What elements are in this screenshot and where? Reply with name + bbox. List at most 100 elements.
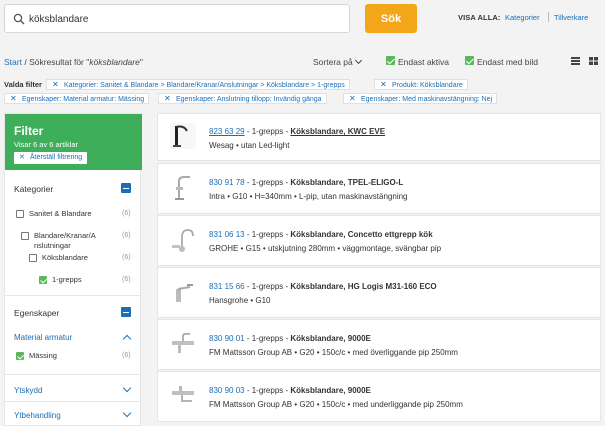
collapse-categories-icon[interactable] — [121, 183, 131, 193]
result-title[interactable]: 831 06 13 - 1-grepps - Köksblandare, Con… — [209, 230, 433, 239]
collapse-properties-icon[interactable] — [121, 307, 131, 317]
chip-label: Egenskaper: Med maskinavstängning: Nej — [361, 96, 493, 103]
material-checkbox-massing[interactable] — [16, 352, 24, 360]
chip-label: Produkt: Köksblandare — [392, 82, 463, 89]
ytskydd-section-title[interactable]: Ytskydd — [14, 386, 42, 395]
result-details: Hansgrohe • G10 — [209, 296, 271, 305]
category-label: Sanitet & Blandare — [29, 209, 92, 218]
result-item[interactable]: 823 63 29 - 1-grepps - Köksblandare, KWC… — [157, 113, 601, 161]
category-count: (6) — [122, 210, 131, 217]
product-image[interactable] — [170, 123, 196, 149]
breadcrumb-query: köksblandare — [89, 57, 140, 67]
properties-title: Egenskaper — [14, 308, 60, 318]
sort-label: Sortera på — [313, 57, 353, 67]
result-number[interactable]: 823 63 29 — [209, 127, 245, 136]
result-name[interactable]: Köksblandare, 9000E — [290, 334, 370, 343]
category-count: (6) — [122, 276, 131, 283]
sort-dropdown[interactable]: Sortera på — [313, 56, 362, 67]
search-input[interactable] — [29, 10, 339, 28]
result-number[interactable]: 830 91 78 — [209, 178, 245, 187]
product-image[interactable] — [170, 279, 196, 305]
result-item[interactable]: 830 90 03 - 1-grepps - Köksblandare, 900… — [157, 371, 601, 422]
show-all-categories-link[interactable]: Kategorier — [505, 13, 540, 22]
grid-view-icon[interactable] — [589, 57, 598, 65]
product-image[interactable] — [170, 383, 196, 409]
result-item[interactable]: 831 15 66 - 1-grepps - Köksblandare, HG … — [157, 267, 601, 318]
remove-filter-icon[interactable]: ✕ — [164, 94, 171, 103]
show-all-manufacturers-link[interactable]: Tillverkare — [554, 13, 588, 22]
active-filter-chip[interactable]: ✕ Egenskaper: Material armatur: Mässing — [4, 93, 150, 104]
result-item[interactable]: 831 06 13 - 1-grepps - Köksblandare, Con… — [157, 215, 601, 266]
divider — [5, 295, 140, 296]
category-checkbox-koksblandare[interactable] — [29, 254, 37, 262]
chevron-down-icon[interactable] — [122, 408, 132, 418]
result-type: 1-grepps — [251, 178, 284, 187]
result-details: FM Mattsson Group AB • G20 • 150c/c • me… — [209, 400, 463, 409]
remove-filter-icon[interactable]: ✕ — [349, 94, 356, 103]
result-title[interactable]: 823 63 29 - 1-grepps - Köksblandare, KWC… — [209, 127, 385, 136]
category-checkbox-1-grepps[interactable] — [39, 276, 47, 284]
result-title[interactable]: 831 15 66 - 1-grepps - Köksblandare, HG … — [209, 282, 437, 291]
chevron-up-icon[interactable] — [122, 334, 132, 344]
product-image[interactable] — [170, 227, 196, 253]
remove-filter-icon[interactable]: ✕ — [10, 94, 17, 103]
active-filters-label: Valda filter — [4, 80, 42, 89]
result-name[interactable]: Köksblandare, KWC EVE — [290, 127, 385, 136]
only-with-image-checkbox[interactable] — [465, 56, 474, 65]
search-button[interactable]: Sök — [365, 4, 417, 33]
result-details: Wesag • utan Led-light — [209, 141, 290, 150]
result-item[interactable]: 830 91 78 - 1-grepps - Köksblandare, TPE… — [157, 163, 601, 214]
material-label: Mässing — [29, 351, 57, 360]
result-number[interactable]: 830 90 01 — [209, 334, 245, 343]
result-number[interactable]: 830 90 03 — [209, 386, 245, 395]
result-name[interactable]: Köksblandare, HG Logis M31-160 ECO — [290, 282, 436, 291]
result-number[interactable]: 831 15 66 — [209, 282, 245, 291]
active-filter-chip[interactable]: ✕ Kategorier: Sanitet & Blandare > Blanda… — [46, 79, 350, 90]
show-all-label: VISA ALLA: — [458, 13, 501, 22]
chip-label: Kategorier: Sanitet & Blandare > Blandar… — [64, 82, 345, 89]
result-name[interactable]: Köksblandare, Concetto ettgrepp kök — [290, 230, 432, 239]
only-active-checkbox[interactable] — [386, 56, 395, 65]
chip-label: Egenskaper: Material armatur: Mässing — [22, 96, 145, 103]
category-label: Köksblandare — [42, 253, 88, 262]
result-name[interactable]: Köksblandare, TPEL-ELIGO-L — [290, 178, 403, 187]
breadcrumb-start-link[interactable]: Start — [4, 57, 22, 67]
result-title[interactable]: 830 90 01 - 1-grepps - Köksblandare, 900… — [209, 334, 371, 343]
categories-title: Kategorier — [14, 184, 54, 194]
search-box[interactable] — [4, 4, 350, 33]
ytbehandling-section-title[interactable]: Ytbehandling — [14, 411, 61, 420]
list-view-icon[interactable] — [571, 57, 580, 65]
result-name[interactable]: Köksblandare, 9000E — [290, 386, 370, 395]
category-checkbox-blandare[interactable] — [21, 232, 29, 240]
material-section-title[interactable]: Material armatur — [14, 333, 72, 342]
filter-title: Filter — [14, 124, 44, 138]
result-type: 1-grepps — [251, 127, 284, 136]
reset-filter-button[interactable]: ✕ Återställ filtrering — [14, 152, 88, 164]
breadcrumb-separator: / — [24, 57, 27, 67]
category-count: (6) — [122, 254, 131, 261]
only-with-image-label: Endast med bild — [477, 57, 538, 67]
reset-filter-label: Återställ filtrering — [30, 154, 83, 161]
link-separator — [548, 12, 549, 22]
material-count: (6) — [122, 352, 131, 359]
result-details: FM Mattsson Group AB • G20 • 150c/c • me… — [209, 348, 458, 357]
product-image[interactable] — [170, 175, 196, 201]
active-filter-chip[interactable]: ✕ Produkt: Köksblandare — [374, 79, 468, 90]
result-number[interactable]: 831 06 13 — [209, 230, 245, 239]
chevron-down-icon[interactable] — [122, 383, 132, 393]
filter-result-count: Visar 6 av 6 artiklar — [14, 140, 79, 149]
remove-filter-icon[interactable]: ✕ — [380, 80, 387, 89]
result-title[interactable]: 830 90 03 - 1-grepps - Köksblandare, 900… — [209, 386, 371, 395]
remove-filter-icon[interactable]: ✕ — [52, 80, 59, 89]
active-filter-chip[interactable]: ✕ Egenskaper: Med maskinavstängning: Nej — [343, 93, 498, 104]
product-image[interactable] — [170, 331, 196, 357]
result-details: Intra • G10 • H=340mm • L-pip, utan mask… — [209, 192, 408, 201]
result-title[interactable]: 830 91 78 - 1-grepps - Köksblandare, TPE… — [209, 178, 403, 187]
result-item[interactable]: 830 90 01 - 1-grepps - Köksblandare, 900… — [157, 319, 601, 370]
active-filter-chip[interactable]: ✕ Egenskaper: Anslutning tillopp: Invändi… — [158, 93, 327, 104]
category-checkbox-sanitet[interactable] — [16, 210, 24, 218]
result-type: 1-grepps — [251, 230, 284, 239]
category-count: (6) — [122, 232, 131, 239]
search-icon — [13, 13, 25, 25]
breadcrumb-suffix: " — [139, 57, 143, 67]
